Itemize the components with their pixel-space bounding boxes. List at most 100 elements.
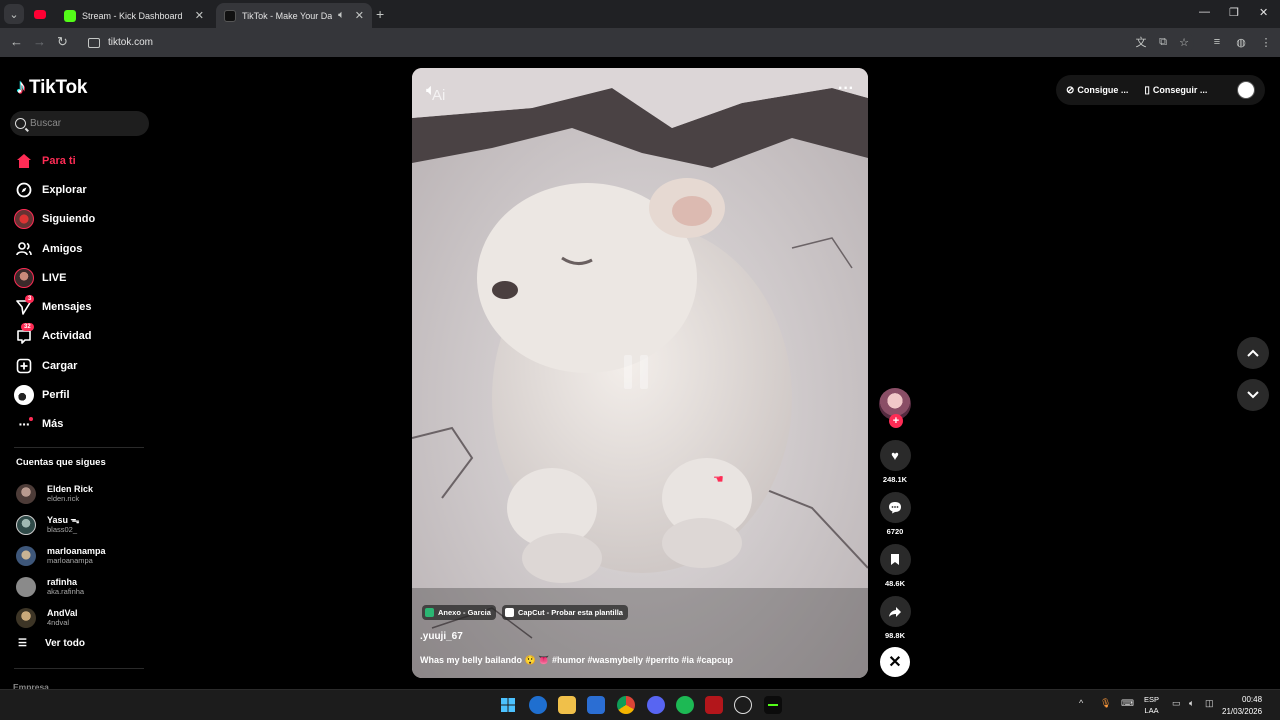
coin-icon: ⊘ — [1066, 84, 1075, 96]
tab-kick-dashboard[interactable]: Stream - Kick Dashboard ✕ — [56, 3, 212, 28]
tiktok-favicon-icon — [224, 9, 236, 22]
nav-label: Para ti — [42, 154, 76, 167]
spotify-icon[interactable] — [676, 696, 694, 714]
close-tab-icon[interactable]: ✕ — [195, 9, 204, 22]
close-window-button[interactable]: ✕ — [1259, 6, 1268, 19]
edge-icon[interactable] — [529, 696, 547, 714]
sidebar-divider — [14, 668, 144, 669]
search-box[interactable] — [10, 111, 149, 136]
youtube-tab-icon[interactable] — [30, 4, 50, 24]
maximize-button[interactable]: ❐ — [1229, 6, 1239, 19]
nav-item-live[interactable]: LIVE — [14, 263, 164, 292]
nav-item-perfil[interactable]: Perfil — [14, 380, 164, 409]
nav-item-cargar[interactable]: Cargar — [14, 351, 164, 380]
site-info-icon[interactable] — [88, 37, 100, 48]
clock-time: 00:48 — [1242, 695, 1263, 704]
chevron-down-icon — [1247, 391, 1259, 399]
following-item[interactable]: AndVal 4ndval — [16, 602, 106, 633]
speaker-icon[interactable]: 🔈︎ — [338, 9, 345, 22]
language-indicator[interactable]: ESP LAA — [1144, 694, 1159, 716]
notification-dot — [29, 417, 33, 422]
volume-icon[interactable]: 🔈︎ — [1189, 698, 1194, 709]
minimize-button[interactable]: — — [1199, 6, 1210, 18]
avatar — [16, 515, 36, 536]
address-bar[interactable]: tiktok.com — [80, 31, 1194, 54]
kick-app-icon[interactable] — [764, 696, 782, 714]
more-icon: ··· — [14, 414, 34, 434]
video-player[interactable]: 🔈︎ Ai ··· Anexo - Garcia CapCut - Probar… — [412, 68, 868, 678]
comment-button[interactable]: 6720 — [877, 492, 913, 536]
next-video-button[interactable] — [1237, 379, 1269, 411]
nav-item-siguiendo[interactable]: Siguiendo — [14, 205, 164, 234]
video-username[interactable]: .yuuji_67 — [420, 631, 463, 642]
account-handle: blass02_ — [47, 525, 78, 535]
nav-item-mas[interactable]: ··· Más — [14, 410, 164, 439]
nav-item-amigos[interactable]: Amigos — [14, 234, 164, 263]
dota-icon[interactable] — [705, 696, 723, 714]
home-icon — [14, 151, 34, 171]
nav-item-explorar[interactable]: Explorar — [14, 175, 164, 204]
tray-chevron-up-icon[interactable]: ^ — [1079, 698, 1083, 708]
keyboard-icon[interactable]: ⌨ — [1121, 698, 1134, 709]
profile-icon[interactable]: ◍ — [1234, 35, 1248, 49]
tab-tiktok[interactable]: TikTok - Make Your Day 🔈︎ ✕ — [216, 3, 372, 28]
like-button[interactable]: ♥ 248.1K — [877, 440, 913, 484]
bookmark-star-icon[interactable]: ☆ — [1177, 35, 1191, 49]
install-app-icon[interactable]: ⧉ — [1156, 35, 1170, 49]
reading-list-icon[interactable]: ≡ — [1210, 35, 1224, 49]
new-tab-button[interactable]: + — [376, 6, 384, 22]
nav-item-actividad[interactable]: 32 Actividad — [14, 322, 164, 351]
nav-label: Cargar — [42, 359, 78, 372]
start-windows-icon[interactable] — [499, 696, 517, 714]
translate-icon[interactable]: ⽂ — [1134, 35, 1148, 49]
network-icon[interactable]: ▭ — [1172, 698, 1181, 709]
get-coins-button[interactable]: ⊘ Consigue ... — [1066, 85, 1128, 96]
capcut-template-chip[interactable]: CapCut - Probar esta plantilla — [501, 605, 628, 620]
following-item[interactable]: marloanampa marloanampa — [16, 541, 106, 572]
share-button[interactable]: 98.8K — [877, 596, 913, 640]
menu-icon[interactable]: ⋮ — [1259, 35, 1273, 49]
forward-button[interactable]: → — [33, 34, 46, 49]
obs-icon[interactable] — [734, 696, 752, 714]
previous-video-button[interactable] — [1237, 337, 1269, 369]
save-button[interactable]: 48.6K — [877, 544, 913, 588]
see-all-button[interactable]: ☰ Ver todo — [18, 638, 85, 649]
following-item[interactable]: Yasu ᯓ blass02_ — [16, 510, 106, 541]
microphone-icon[interactable]: 🎙︎ — [1100, 698, 1111, 709]
caption-hashtags[interactable]: #humor #wasmybelly #perrito #ia #capcup — [552, 655, 733, 665]
live-avatar-icon — [14, 267, 34, 288]
nav-item-para-ti[interactable]: Para ti — [14, 146, 164, 175]
tiktok-logo[interactable]: ♪ TikTok — [16, 76, 87, 99]
friends-icon — [14, 239, 34, 259]
nav-label: Perfil — [42, 389, 70, 402]
tab-search-button[interactable]: ⌄ — [4, 4, 24, 24]
following-item[interactable]: rafinha aka.rafinha — [16, 571, 106, 602]
follow-plus-icon[interactable]: + — [889, 414, 903, 428]
nav-item-mensajes[interactable]: 3 Mensajes — [14, 292, 164, 321]
system-clock[interactable]: 00:48 21/03/2026 — [1222, 694, 1262, 718]
close-tab-icon[interactable]: ✕ — [355, 9, 364, 22]
more-options-icon[interactable]: ··· — [838, 80, 854, 98]
battery-icon[interactable]: ◫ — [1205, 698, 1214, 709]
mail-icon[interactable] — [587, 696, 605, 714]
comment-count: 6720 — [886, 527, 904, 536]
search-input[interactable] — [30, 118, 140, 129]
tiktok-note-icon: ♪ — [16, 76, 26, 98]
get-app-button[interactable]: ▯ Conseguir ... — [1144, 85, 1207, 96]
file-explorer-icon[interactable] — [558, 696, 576, 714]
chrome-icon[interactable] — [617, 696, 635, 714]
back-button[interactable]: ← — [10, 34, 23, 49]
url-text: tiktok.com — [108, 37, 154, 48]
capcut-logo-icon[interactable]: ✕ — [880, 647, 910, 677]
discord-icon[interactable] — [647, 696, 665, 714]
effect-chip[interactable]: Anexo - Garcia — [422, 605, 496, 620]
account-handle: aka.rafinha — [47, 586, 85, 596]
avatar — [16, 607, 36, 628]
reload-button[interactable]: ↻ — [57, 34, 68, 50]
pause-icon[interactable] — [624, 355, 656, 389]
see-all-label: Ver todo — [45, 638, 86, 649]
upload-icon — [14, 356, 34, 376]
following-item[interactable]: Elden Rick elden.rick — [16, 479, 106, 510]
avatar — [16, 545, 36, 566]
profile-avatar[interactable] — [1237, 81, 1255, 99]
